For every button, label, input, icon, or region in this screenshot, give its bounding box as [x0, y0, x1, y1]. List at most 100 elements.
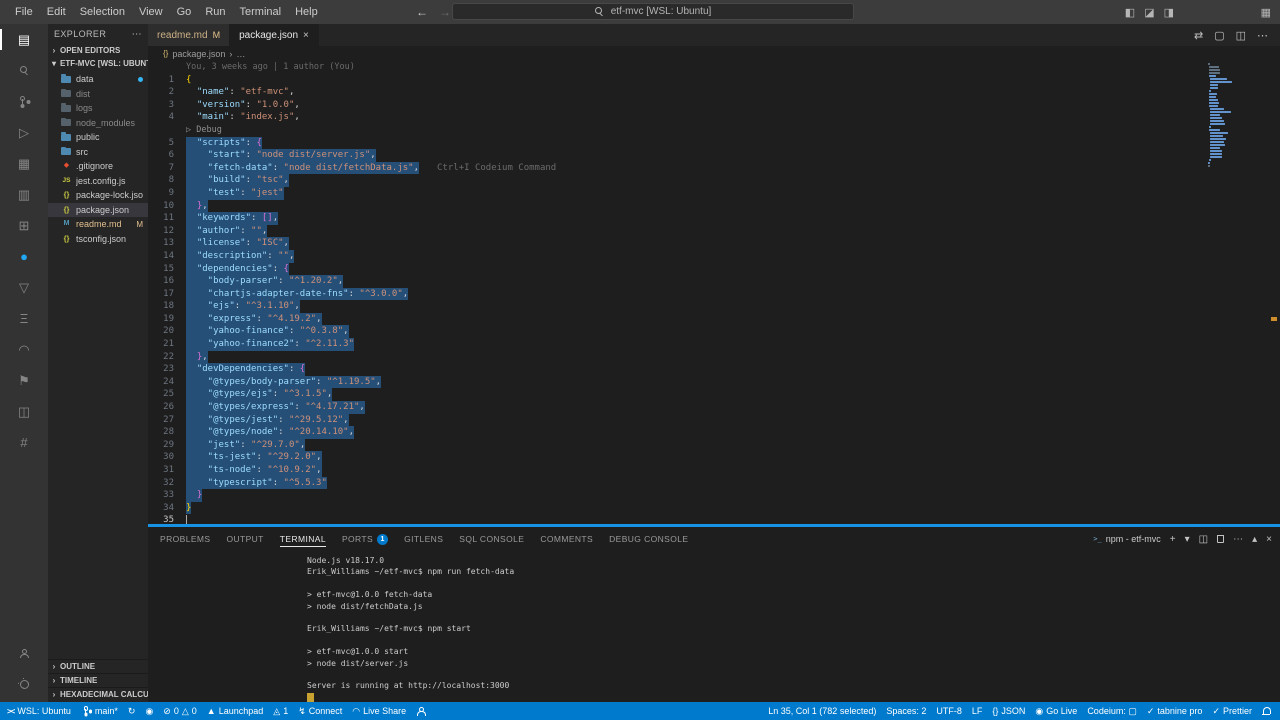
tab-package.json[interactable]: package.json × [230, 24, 319, 46]
activity-sql-console[interactable]: ◫ [0, 396, 48, 427]
menu-selection[interactable]: Selection [73, 0, 132, 24]
code-line[interactable]: 34} [148, 501, 1280, 515]
code-line[interactable]: 30 "ts-jest": "^29.2.0", [148, 451, 1280, 464]
code-line[interactable]: 2 "name": "etf-mvc", [148, 86, 1280, 99]
menu-go[interactable]: Go [170, 0, 199, 24]
code-line[interactable]: 28 "@types/node": "^20.14.10", [148, 426, 1280, 439]
status-account-status[interactable] [411, 702, 430, 720]
terminal-picker-chevron-icon[interactable]: ▾ [1185, 534, 1190, 545]
code-line[interactable]: 16 "body-parser": "^1.20.2", [148, 275, 1280, 288]
code-line[interactable]: 6 "start": "node dist/server.js", [148, 149, 1280, 162]
workspace-section[interactable]: ▾ ETF-MVC [WSL: UBUNTU] [48, 57, 148, 70]
code-line[interactable]: 33 } [148, 489, 1280, 502]
code-line[interactable]: 7 "fetch-data": "node dist/fetchData.js"… [148, 161, 1280, 175]
status-git-sync[interactable]: ↻ [123, 702, 141, 720]
toggle-blame-icon[interactable]: ▢ [1214, 29, 1224, 42]
open-editors-section[interactable]: › OPEN EDITORS [48, 44, 148, 57]
status-cursor-position[interactable]: Ln 35, Col 1 (782 selected) [763, 702, 881, 720]
breadcrumb-item-file[interactable]: package.json [172, 49, 225, 59]
status-gitlens-launchpad[interactable]: ▲ Launchpad [202, 702, 268, 720]
code-line[interactable]: ▷ Debug [148, 124, 1280, 137]
code-line[interactable]: 22 }, [148, 350, 1280, 364]
activity-explorer[interactable]: ▤ [0, 24, 48, 55]
menu-edit[interactable]: Edit [40, 0, 73, 24]
status-codeium-status[interactable]: Codeium: ▢ [1082, 702, 1142, 720]
file-package.json[interactable]: {} package.json [48, 202, 148, 217]
status-indentation[interactable]: Spaces: 2 [881, 702, 931, 720]
toggle-panel-icon[interactable]: ◪ [1144, 6, 1154, 19]
code-line[interactable]: 1{ [148, 74, 1280, 87]
menu-run[interactable]: Run [198, 0, 232, 24]
terminal-session[interactable]: >_ npm - etf-mvc [1093, 534, 1160, 544]
menu-file[interactable]: File [8, 0, 40, 24]
panel-tab-sql-console[interactable]: SQL CONSOLE [451, 527, 532, 551]
activity-accounts[interactable] [0, 638, 48, 669]
status-notifications[interactable] [1257, 702, 1275, 720]
forward-arrow-icon[interactable]: → [439, 5, 451, 19]
close-panel-icon[interactable]: × [1266, 534, 1272, 545]
code-line[interactable]: 4 "main": "index.js", [148, 111, 1280, 124]
activity-docker[interactable]: ▦ [0, 148, 48, 179]
code-line[interactable]: 9 "test": "jest" [148, 186, 1280, 200]
activity-hex-calculator[interactable]: # [0, 427, 48, 458]
code-line[interactable]: 32 "typescript": "^5.5.3" [148, 476, 1280, 490]
file-src[interactable]: src [48, 145, 148, 160]
activity-live-share[interactable]: ◠ [0, 334, 48, 365]
panel-tab-debug-console[interactable]: DEBUG CONSOLE [601, 527, 696, 551]
code-line[interactable]: 31 "ts-node": "^10.9.2", [148, 464, 1280, 477]
file-data[interactable]: data [48, 72, 148, 87]
activity-bookmarks[interactable]: ⚑ [0, 365, 48, 396]
activity-database[interactable]: Ξ [0, 303, 48, 334]
activity-testing[interactable]: ▽ [0, 272, 48, 303]
status-problems[interactable]: ⊘ 0 △ 0 [158, 702, 202, 720]
code-line[interactable]: 8 "build": "tsc", [148, 174, 1280, 187]
menu-help[interactable]: Help [288, 0, 325, 24]
code-line[interactable]: 21 "yahoo-finance2": "^2.11.3" [148, 338, 1280, 351]
code-line[interactable]: 18 "ejs": "^3.1.10", [148, 300, 1280, 313]
status-live-share[interactable]: ◠ Live Share [347, 702, 411, 720]
split-terminal-icon[interactable]: ◫ [1199, 534, 1208, 545]
code-line[interactable]: 20 "yahoo-finance": "^0.3.8", [148, 325, 1280, 339]
file-package-lock.json[interactable]: {} package-lock.json [48, 188, 148, 203]
customize-layout-icon[interactable]: ▦ [1261, 0, 1271, 24]
more-actions-icon[interactable]: ⋯ [1257, 29, 1268, 42]
status-prettier[interactable]: ✓ Prettier [1207, 702, 1257, 720]
panel-tab-problems[interactable]: PROBLEMS [152, 527, 218, 551]
activity-search[interactable] [0, 55, 48, 86]
status-forwarded-ports[interactable]: ◬ 1 [268, 702, 293, 720]
section-outline[interactable]: › OUTLINE [48, 659, 148, 673]
open-changes-icon[interactable]: ⇄ [1194, 29, 1203, 42]
split-editor-icon[interactable]: ◫ [1236, 29, 1246, 42]
panel-tab-ports[interactable]: PORTS 1 [334, 527, 396, 551]
status-encoding[interactable]: UTF-8 [931, 702, 967, 720]
editor[interactable]: You, 3 weeks ago | 1 author (You) 1{2 "na… [148, 61, 1280, 524]
status-language-mode[interactable]: {} JSON [987, 702, 1030, 720]
file-.gitignore[interactable]: ◆ .gitignore [48, 159, 148, 174]
status-git-branch[interactable]: main* [78, 702, 123, 720]
menu-view[interactable]: View [132, 0, 170, 24]
code-line[interactable]: 5 "scripts": { [148, 136, 1280, 150]
file-dist[interactable]: dist [48, 87, 148, 102]
code-line[interactable]: 35 [148, 514, 1280, 524]
code-line[interactable]: You, 3 weeks ago | 1 author (You) [148, 61, 1280, 74]
file-jest.config.js[interactable]: JS jest.config.js [48, 174, 148, 189]
menu-terminal[interactable]: Terminal [233, 0, 289, 24]
file-readme.md[interactable]: Mreadme.md M [48, 217, 148, 232]
code-line[interactable]: 26 "@types/express": "^4.17.21", [148, 401, 1280, 414]
code-line[interactable]: 13 "license": "ISC", [148, 237, 1280, 250]
command-center-search[interactable]: etf-mvc [WSL: Ubuntu] [452, 3, 854, 20]
section-hexadecimal-calculat-[interactable]: › HEXADECIMAL CALCULAT... [48, 687, 148, 701]
new-terminal-icon[interactable]: + [1170, 534, 1176, 545]
code-line[interactable]: 15 "dependencies": { [148, 262, 1280, 276]
code-line[interactable]: 3 "version": "1.0.0", [148, 99, 1280, 112]
status-go-live[interactable]: ◉ Go Live [1030, 702, 1082, 720]
code-line[interactable]: 10 }, [148, 199, 1280, 213]
status-remote-indicator[interactable]: >< WSL: Ubuntu [0, 702, 78, 720]
code-line[interactable]: 25 "@types/ejs": "^3.1.5", [148, 388, 1280, 402]
file-logs[interactable]: logs [48, 101, 148, 116]
code-line[interactable]: 27 "@types/jest": "^29.5.12", [148, 413, 1280, 427]
toggle-secondary-sidebar-icon[interactable]: ◨ [1164, 6, 1174, 19]
status-sqltools-connect[interactable]: ↯ Connect [293, 702, 347, 720]
activity-extensions[interactable]: ⊞ [0, 210, 48, 241]
file-tsconfig.json[interactable]: {} tsconfig.json [48, 232, 148, 247]
